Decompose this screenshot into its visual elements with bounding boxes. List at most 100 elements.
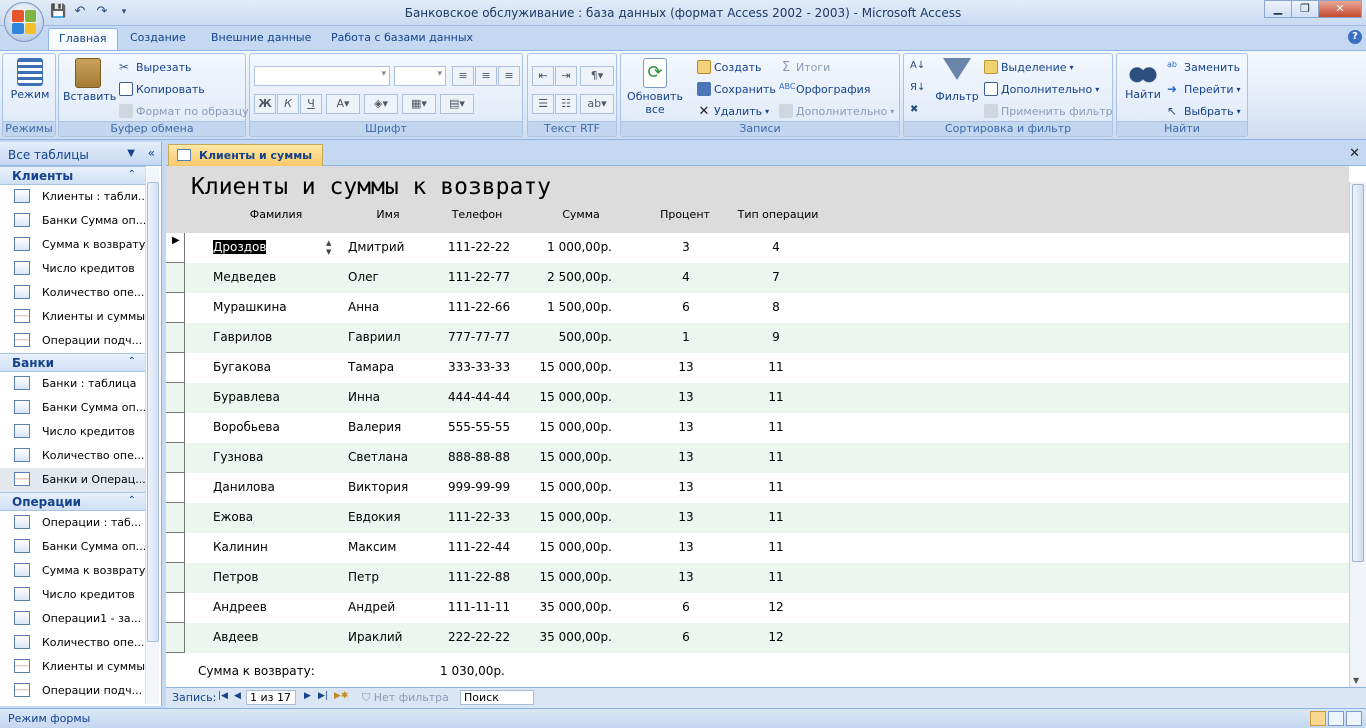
cell-name[interactable]: Петр bbox=[348, 570, 379, 584]
cell-phone[interactable]: 999-99-99 bbox=[448, 480, 510, 494]
cell-operation-type[interactable]: 11 bbox=[750, 450, 802, 464]
cell-sum[interactable]: 35 000,00р. bbox=[538, 600, 612, 614]
cell-percent[interactable]: 13 bbox=[660, 540, 712, 554]
chevron-up-icon[interactable]: ⌃ bbox=[128, 356, 136, 367]
create-record-button[interactable]: Создать bbox=[697, 60, 762, 74]
new-record-nav-icon[interactable]: ▶✱ bbox=[334, 691, 348, 701]
nav-item[interactable]: Банки Сумма оп... bbox=[0, 535, 146, 559]
nav-item[interactable]: Число кредитов bbox=[0, 583, 146, 607]
table-row[interactable]: Калинин Максим 111-22-44 15 000,00р. 13 11 bbox=[166, 533, 1349, 563]
form-vertical-scrollbar[interactable]: ▼ bbox=[1349, 182, 1366, 687]
cell-surname[interactable]: Бугакова bbox=[213, 360, 271, 374]
table-row[interactable]: Воробьева Валерия 555-55-55 15 000,00р. 13 11 bbox=[166, 413, 1349, 443]
goto-button[interactable]: ➜ Перейти ▾ bbox=[1167, 82, 1241, 96]
cell-surname[interactable]: Петров bbox=[213, 570, 258, 584]
cell-phone[interactable]: 777-77-77 bbox=[448, 330, 510, 344]
nav-item[interactable]: Банки и Операц... bbox=[0, 468, 146, 492]
table-row[interactable]: Ежова Евдокия 111-22-33 15 000,00р. 13 11 bbox=[166, 503, 1349, 533]
align-center-icon[interactable]: ≡ bbox=[475, 66, 497, 86]
scroll-down-icon[interactable]: ▼ bbox=[1353, 676, 1359, 685]
cell-surname[interactable]: Гузнова bbox=[213, 450, 263, 464]
nav-scrollbar-thumb[interactable] bbox=[147, 182, 159, 642]
cell-name[interactable]: Светлана bbox=[348, 450, 408, 464]
cell-operation-type[interactable]: 11 bbox=[750, 390, 802, 404]
record-selector[interactable] bbox=[166, 443, 185, 473]
table-row[interactable]: Мурашкина Анна 111-22-66 1 500,00р. 6 8 bbox=[166, 293, 1349, 323]
cell-operation-type[interactable]: 11 bbox=[750, 360, 802, 374]
cell-surname[interactable]: Мурашкина bbox=[213, 300, 287, 314]
cell-sum[interactable]: 1 000,00р. bbox=[538, 240, 612, 254]
table-row[interactable]: Бугакова Тамара 333-33-33 15 000,00р. 13 11 bbox=[166, 353, 1349, 383]
cell-sum[interactable]: 15 000,00р. bbox=[538, 390, 612, 404]
cell-surname[interactable]: Дроздов bbox=[213, 240, 267, 254]
cell-operation-type[interactable]: 11 bbox=[750, 480, 802, 494]
cell-operation-type[interactable]: 11 bbox=[750, 540, 802, 554]
paragraph-dir-icon[interactable]: ¶▾ bbox=[580, 66, 614, 86]
nav-item[interactable]: Количество опе... bbox=[0, 444, 146, 468]
cell-sum[interactable]: 15 000,00р. bbox=[538, 420, 612, 434]
cell-surname[interactable]: Андреев bbox=[213, 600, 267, 614]
cell-surname[interactable]: Гаврилов bbox=[213, 330, 272, 344]
cell-percent[interactable]: 4 bbox=[660, 270, 712, 284]
cell-surname[interactable]: Авдеев bbox=[213, 630, 258, 644]
cell-percent[interactable]: 6 bbox=[660, 630, 712, 644]
form-view-icon[interactable] bbox=[1310, 711, 1326, 726]
cell-name[interactable]: Андрей bbox=[348, 600, 395, 614]
cell-operation-type[interactable]: 7 bbox=[750, 270, 802, 284]
cell-sum[interactable]: 500,00р. bbox=[538, 330, 612, 344]
cell-name[interactable]: Дмитрий bbox=[348, 240, 404, 254]
cell-operation-type[interactable]: 8 bbox=[750, 300, 802, 314]
layout-view-icon[interactable] bbox=[1328, 711, 1344, 726]
cell-surname[interactable]: Данилова bbox=[213, 480, 275, 494]
restore-button[interactable]: ❐ bbox=[1291, 0, 1319, 18]
cell-phone[interactable]: 888-88-88 bbox=[448, 450, 510, 464]
record-selector[interactable] bbox=[166, 473, 185, 503]
sort-asc-icon[interactable]: А↓ bbox=[910, 60, 925, 71]
record-selector[interactable] bbox=[166, 563, 185, 593]
table-row[interactable]: Петров Петр 111-22-88 15 000,00р. 13 11 bbox=[166, 563, 1349, 593]
cell-name[interactable]: Гавриил bbox=[348, 330, 401, 344]
underline-icon[interactable]: Ч bbox=[300, 94, 322, 114]
gridlines-icon[interactable]: ▦▾ bbox=[402, 94, 436, 114]
cell-name[interactable]: Евдокия bbox=[348, 510, 401, 524]
nav-section-header[interactable]: Клиенты ⌃ bbox=[0, 166, 146, 185]
record-selector[interactable] bbox=[166, 293, 185, 323]
cell-sum[interactable]: 35 000,00р. bbox=[538, 630, 612, 644]
tab-database-tools[interactable]: Работа с базами данных bbox=[321, 28, 483, 50]
office-button[interactable] bbox=[4, 2, 44, 42]
numbering-icon[interactable]: ☷ bbox=[555, 94, 577, 114]
cell-sum[interactable]: 15 000,00р. bbox=[538, 570, 612, 584]
cell-operation-type[interactable]: 11 bbox=[750, 510, 802, 524]
chevron-down-icon[interactable]: ▼ bbox=[127, 148, 135, 159]
table-row[interactable]: Данилова Виктория 999-99-99 15 000,00р. 13 11 bbox=[166, 473, 1349, 503]
cell-phone[interactable]: 111-22-22 bbox=[448, 240, 510, 254]
nav-item[interactable]: Операции1 - за... bbox=[0, 607, 146, 631]
cell-surname[interactable]: Медведев bbox=[213, 270, 276, 284]
cell-percent[interactable]: 1 bbox=[660, 330, 712, 344]
cell-sum[interactable]: 15 000,00р. bbox=[538, 510, 612, 524]
record-selector[interactable] bbox=[166, 413, 185, 443]
table-row[interactable]: Авдеев Ираклий 222-22-22 35 000,00р. 6 12 bbox=[166, 623, 1349, 653]
table-row[interactable]: Медведев Олег 111-22-77 2 500,00р. 4 7 bbox=[166, 263, 1349, 293]
record-selector[interactable] bbox=[166, 383, 185, 413]
tab-home[interactable]: Главная bbox=[48, 28, 118, 50]
bold-icon[interactable]: Ж bbox=[254, 94, 276, 114]
cell-surname[interactable]: Калинин bbox=[213, 540, 268, 554]
table-row[interactable]: ▶ Дроздов Дмитрий 111-22-22 1 000,00р. 3 4 ▲ ▼ bbox=[166, 233, 1349, 263]
cell-name[interactable]: Максим bbox=[348, 540, 396, 554]
record-position-field[interactable]: 1 из 17 bbox=[246, 690, 296, 705]
last-record-icon[interactable]: ▶| bbox=[318, 691, 328, 701]
minimize-button[interactable]: ▁ bbox=[1264, 0, 1292, 18]
cell-name[interactable]: Валерия bbox=[348, 420, 401, 434]
prev-record-icon[interactable]: ◀ bbox=[234, 691, 241, 701]
refresh-all-button[interactable]: ⟳ Обновить все bbox=[625, 58, 685, 116]
nav-item[interactable]: Клиенты : табли... bbox=[0, 185, 146, 209]
record-selector[interactable] bbox=[166, 263, 185, 293]
cell-surname[interactable]: Ежова bbox=[213, 510, 253, 524]
nav-item[interactable]: Операции : таб... bbox=[0, 511, 146, 535]
table-row[interactable]: Гаврилов Гавриил 777-77-77 500,00р. 1 9 bbox=[166, 323, 1349, 353]
cell-percent[interactable]: 3 bbox=[660, 240, 712, 254]
sort-desc-icon[interactable]: Я↓ bbox=[910, 82, 925, 93]
nav-item[interactable]: Операции подч... bbox=[0, 329, 146, 353]
cell-phone[interactable]: 222-22-22 bbox=[448, 630, 510, 644]
